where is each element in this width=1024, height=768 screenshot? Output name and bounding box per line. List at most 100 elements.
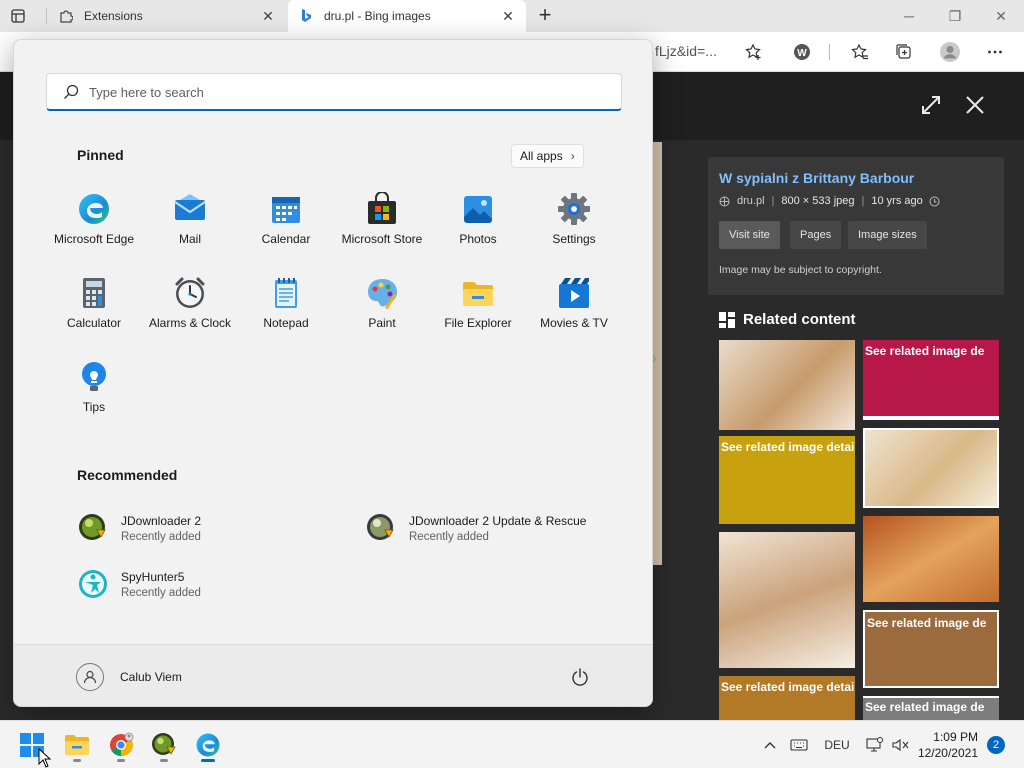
chevron-right-icon: › xyxy=(570,149,575,163)
search-input[interactable] xyxy=(89,80,609,104)
related-thumb[interactable] xyxy=(863,428,999,508)
running-indicator xyxy=(117,759,125,762)
clock-time: 1:09 PM xyxy=(933,730,978,744)
folder-icon xyxy=(65,735,89,755)
user-name: Calub Viem xyxy=(120,670,182,684)
related-thumb[interactable]: See related image de xyxy=(863,340,999,420)
grid-icon xyxy=(719,311,735,328)
expand-icon[interactable] xyxy=(918,92,944,118)
more-icon[interactable] xyxy=(984,41,1006,63)
running-indicator xyxy=(160,759,168,762)
start-menu-footer: Calub Viem xyxy=(14,644,652,706)
related-thumb[interactable] xyxy=(719,340,855,430)
all-apps-button[interactable]: All apps › xyxy=(511,144,584,168)
jdownloader-icon xyxy=(79,514,106,540)
taskbar: DEU 1:09 PM 12/20/2021 2 xyxy=(0,720,1024,768)
related-thumb[interactable]: See related image detail xyxy=(719,436,855,524)
power-icon[interactable] xyxy=(570,667,590,687)
clock[interactable]: 1:09 PM 12/20/2021 xyxy=(912,729,978,761)
profile-icon[interactable] xyxy=(939,41,961,63)
recommended-subtitle: Recently added xyxy=(409,530,489,543)
history-icon xyxy=(929,196,940,207)
related-thumb[interactable]: See related image de xyxy=(863,696,999,720)
mail-icon xyxy=(174,194,206,220)
image-title[interactable]: W sypialni z Brittany Barbour xyxy=(719,170,914,186)
volume-muted-icon[interactable] xyxy=(890,733,910,757)
keyboard-icon[interactable] xyxy=(788,733,810,757)
pinned-app-file-explorer[interactable]: File Explorer xyxy=(430,268,526,346)
pinned-app-movies-tv[interactable]: Movies & TV xyxy=(526,268,622,346)
related-content-heading: Related content xyxy=(719,311,856,328)
related-thumb[interactable] xyxy=(719,532,855,668)
user-account-button[interactable]: Calub Viem xyxy=(76,663,182,691)
close-tab-icon[interactable]: ✕ xyxy=(500,8,516,24)
app-label: Mail xyxy=(178,232,201,246)
meta-separator: | xyxy=(861,195,865,207)
user-avatar-icon xyxy=(76,663,104,691)
taskbar-chrome[interactable] xyxy=(105,729,137,762)
chevron-up-icon[interactable] xyxy=(760,733,780,757)
close-viewer-icon[interactable] xyxy=(962,92,988,118)
pinned-app-notepad[interactable]: Notepad xyxy=(238,268,334,346)
pinned-app-calendar[interactable]: Calendar xyxy=(238,184,334,262)
favorites-icon[interactable] xyxy=(849,41,871,63)
restore-icon[interactable]: ❐ xyxy=(932,0,978,32)
recommended-item[interactable]: JDownloader 2 Recently added xyxy=(77,508,201,548)
pinned-app-store[interactable]: Microsoft Store xyxy=(334,184,430,262)
recommended-name: JDownloader 2 xyxy=(121,513,202,528)
pinned-heading: Pinned xyxy=(77,147,124,163)
pinned-app-tips[interactable]: Tips xyxy=(46,352,142,430)
visit-site-button[interactable]: Visit site xyxy=(719,221,780,249)
taskbar-jdownloader[interactable] xyxy=(148,729,180,762)
collections-icon[interactable] xyxy=(893,41,915,63)
minimize-icon[interactable]: ─ xyxy=(886,0,932,32)
image-sizes-button[interactable]: Image sizes xyxy=(848,221,927,249)
related-thumb[interactable]: See related image de xyxy=(863,610,999,688)
related-thumb[interactable] xyxy=(863,516,999,602)
paint-palette-icon xyxy=(368,279,397,309)
start-search-box[interactable] xyxy=(46,73,622,111)
address-bar-text[interactable]: fLjz&id=... xyxy=(655,43,717,59)
photos-icon xyxy=(464,196,492,223)
tab-title: dru.pl - Bing images xyxy=(324,9,431,23)
tab-actions-icon[interactable] xyxy=(8,6,28,26)
pinned-app-edge[interactable]: Microsoft Edge xyxy=(46,184,142,262)
taskbar-file-explorer[interactable] xyxy=(61,729,93,762)
meta-separator: | xyxy=(771,195,775,207)
pages-button[interactable]: Pages xyxy=(790,221,842,249)
tab-separator xyxy=(46,8,47,24)
recommended-name: JDownloader 2 Update & Rescue xyxy=(409,513,587,528)
extension-w-icon[interactable]: W xyxy=(791,41,813,63)
search-icon xyxy=(63,84,79,100)
tab-bing-images[interactable]: dru.pl - Bing images ✕ xyxy=(288,0,526,32)
copyright-notice: Image may be subject to copyright. xyxy=(719,264,882,276)
add-favorite-icon[interactable] xyxy=(743,41,765,63)
chrome-icon xyxy=(110,732,134,757)
jdownloader-icon xyxy=(152,733,176,755)
network-icon[interactable] xyxy=(864,733,884,757)
pinned-app-paint[interactable]: Paint xyxy=(334,268,430,346)
close-window-icon[interactable]: ✕ xyxy=(978,0,1024,32)
notification-badge[interactable]: 2 xyxy=(987,736,1005,754)
play-icon xyxy=(559,278,589,308)
tab-extensions[interactable]: Extensions ✕ xyxy=(48,0,286,32)
new-tab-plus-icon[interactable]: + xyxy=(534,4,556,28)
app-label: Microsoft Edge xyxy=(53,232,135,246)
start-menu: Pinned All apps › Microsoft Edge Mail Ca… xyxy=(13,39,653,707)
recommended-item[interactable]: SpyHunter5 Recently added xyxy=(77,564,201,604)
taskbar-edge[interactable] xyxy=(192,729,224,762)
input-language[interactable]: DEU xyxy=(820,733,854,757)
pinned-app-calculator[interactable]: Calculator xyxy=(46,268,142,346)
tab-title: Extensions xyxy=(84,9,143,23)
close-tab-icon[interactable]: ✕ xyxy=(260,8,276,24)
store-icon xyxy=(368,192,396,224)
recommended-item[interactable]: JDownloader 2 Update & Rescue Recently a… xyxy=(365,508,586,548)
edge-icon xyxy=(79,194,109,224)
pinned-app-mail[interactable]: Mail xyxy=(142,184,238,262)
image-age: 10 yrs ago xyxy=(871,195,923,207)
pinned-app-alarms-clock[interactable]: Alarms & Clock xyxy=(142,268,238,346)
pinned-app-photos[interactable]: Photos xyxy=(430,184,526,262)
related-thumb[interactable]: See related image detail xyxy=(719,676,855,720)
recommended-heading: Recommended xyxy=(77,467,178,483)
pinned-app-settings[interactable]: Settings xyxy=(526,184,622,262)
